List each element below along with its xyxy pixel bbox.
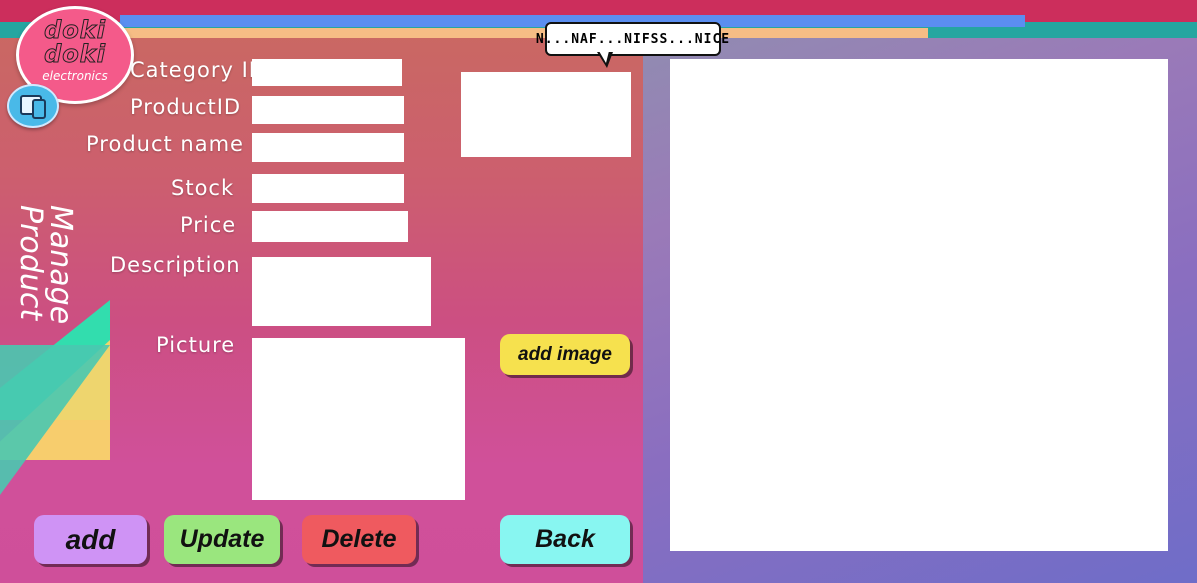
price-input[interactable] <box>252 211 408 242</box>
picture-preview <box>252 338 465 500</box>
speech-bubble: N...NAF...NIFSS...NICE <box>536 22 729 56</box>
logo-line2: doki <box>44 40 106 68</box>
page-title: Manage Product <box>5 205 78 345</box>
devices-icon <box>7 84 59 128</box>
delete-button[interactable]: Delete <box>302 515 416 564</box>
update-button[interactable]: Update <box>164 515 280 564</box>
image-preview-box <box>461 72 631 157</box>
speech-bubble-tail-fill <box>599 51 609 63</box>
price-label: Price <box>180 213 237 237</box>
add-image-button[interactable]: add image <box>500 334 630 375</box>
decor-shape-green <box>0 345 110 495</box>
logo-subtitle: electronics <box>42 69 108 83</box>
category-id-label: Category ID <box>130 58 266 82</box>
stock-input[interactable] <box>252 174 404 203</box>
picture-label: Picture <box>156 333 236 357</box>
page-title-line2: Product <box>13 205 48 321</box>
description-textarea[interactable] <box>252 257 431 326</box>
page-title-line1: Manage <box>43 205 78 325</box>
add-button[interactable]: add <box>34 515 147 564</box>
description-label: Description <box>110 253 241 277</box>
back-button[interactable]: Back <box>500 515 630 564</box>
product-id-label: ProductID <box>130 95 242 119</box>
product-list-panel[interactable] <box>670 59 1168 551</box>
product-name-label: Product name <box>86 132 244 156</box>
category-id-input[interactable] <box>252 59 402 86</box>
logo-line1: doki <box>44 16 106 44</box>
product-name-input[interactable] <box>252 133 404 162</box>
stock-label: Stock <box>171 176 235 200</box>
top-strip-peach <box>120 28 928 38</box>
product-id-input[interactable] <box>252 96 404 124</box>
